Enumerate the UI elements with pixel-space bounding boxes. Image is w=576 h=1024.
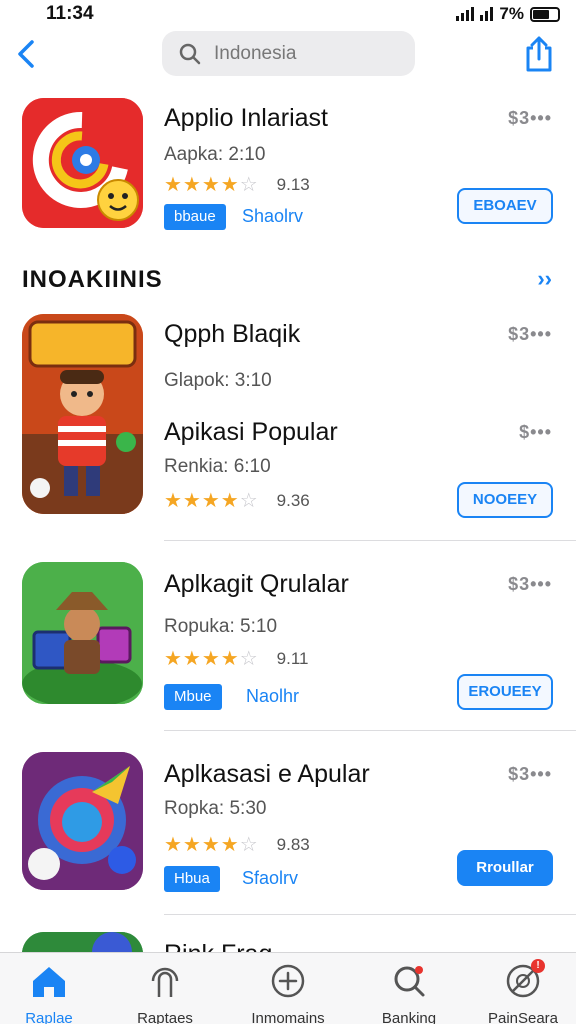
app-price: $•••	[519, 422, 552, 442]
app-name: Rink Fraq...	[164, 940, 293, 952]
row-divider	[164, 540, 576, 541]
app-icon[interactable]	[22, 562, 143, 704]
category-link[interactable]: Naolhr	[246, 686, 299, 707]
app-row[interactable]: Aplkasasi e Apular $3••• Ropka: 5:30 ★★★…	[0, 752, 576, 902]
rating-value: 9.11	[276, 648, 309, 668]
app-subtitle: Aapka: 2:10	[164, 144, 266, 165]
search-icon	[179, 43, 201, 64]
status-icons: 7%	[456, 4, 560, 24]
get-button[interactable]: NOOEEY	[457, 482, 553, 518]
get-button[interactable]: EROUEEY	[457, 674, 553, 710]
featured-app-row[interactable]: Applio Inlariast $3••• Aapka: 2:10 ★★★★ ☆…	[0, 96, 576, 236]
app-row[interactable]: Qpph Blaqik $3••• Glapok: 3:10 Apikasi P…	[0, 314, 576, 524]
app-name: Aplkagit Qrulalar	[164, 570, 349, 598]
app-name: Aplkasasi e Apular	[164, 760, 370, 788]
row-divider	[164, 914, 576, 915]
app-subtitle: Ropuka: 5:10	[164, 616, 278, 637]
app-name: Applio Inlariast	[164, 104, 328, 132]
search-icon	[394, 966, 425, 997]
app-icon[interactable]	[22, 932, 143, 952]
tab-apps[interactable]: Raptaes	[110, 961, 220, 1024]
home-icon	[33, 967, 65, 997]
app-price: $3•••	[508, 324, 552, 344]
app-subtitle: Ropka: 5:30	[164, 798, 267, 819]
rating-stars: ★★★★ ☆ 9.36	[164, 490, 310, 512]
get-button[interactable]: Rroullar	[457, 850, 553, 886]
status-time: 11:34	[46, 3, 94, 24]
share-icon[interactable]	[522, 34, 556, 74]
wifi-icon	[480, 7, 494, 21]
tab-search[interactable]: Banking	[354, 961, 464, 1024]
app-subtitle: Renkia: 6:10	[164, 456, 271, 477]
signal-icon	[456, 7, 475, 21]
get-button[interactable]: EBOAEV	[457, 188, 553, 224]
app-icon[interactable]	[22, 98, 143, 228]
app-name: Qpph Blaqik	[164, 320, 301, 348]
back-chevron-icon[interactable]	[12, 36, 42, 72]
battery-percent: 7%	[499, 4, 524, 23]
apps-icon	[151, 967, 179, 997]
see-all-chevron[interactable]: ››	[537, 266, 552, 292]
tab-home[interactable]: Raplae	[0, 961, 104, 1024]
rating-value: 9.13	[276, 174, 310, 194]
app-icon[interactable]	[22, 752, 143, 890]
rating-stars: ★★★★ ☆ 9.11	[164, 648, 309, 670]
category-link[interactable]: Sfaolrv	[242, 868, 298, 889]
rating-stars: ★★★★ ☆ 9.13	[164, 174, 310, 196]
app-price: $3•••	[508, 108, 552, 128]
app-price: $3•••	[508, 574, 552, 594]
app-subtitle: Glapok: 3:10	[164, 370, 272, 391]
game-icon[interactable]	[22, 314, 143, 514]
rating-value: 9.83	[276, 834, 310, 854]
app-row[interactable]: Rink Fraq...	[0, 932, 576, 952]
notification-badge: !	[531, 959, 545, 973]
app-price: $3•••	[508, 764, 552, 784]
battery-icon	[530, 6, 560, 22]
tab-add[interactable]: Inmomains	[233, 961, 343, 1024]
row-divider	[164, 730, 576, 731]
status-bar: 11:34 7%	[0, 0, 576, 26]
nav-bar	[0, 30, 576, 78]
section-title: INOAKIINIS	[22, 266, 163, 293]
tab-bar: Raplae Raptaes Inmomains Banking ! PainS…	[0, 952, 576, 1024]
app-row[interactable]: Aplkagit Qrulalar $3••• Ropuka: 5:10 ★★★…	[0, 562, 576, 712]
plus-circle-icon	[271, 964, 305, 998]
search-bar[interactable]	[162, 31, 415, 76]
category-tag[interactable]: Mbue	[164, 684, 222, 710]
category-link[interactable]: Shaolrv	[242, 206, 303, 227]
rating-value: 9.36	[276, 490, 310, 510]
category-tag[interactable]: bbaue	[164, 204, 226, 230]
search-input[interactable]	[214, 42, 394, 65]
tab-profile[interactable]: ! PainSeara	[468, 959, 576, 1024]
category-tag[interactable]: Hbua	[164, 866, 220, 892]
rating-stars: ★★★★ ☆ 9.83	[164, 834, 310, 856]
app-name: Apikasi Popular	[164, 418, 338, 446]
